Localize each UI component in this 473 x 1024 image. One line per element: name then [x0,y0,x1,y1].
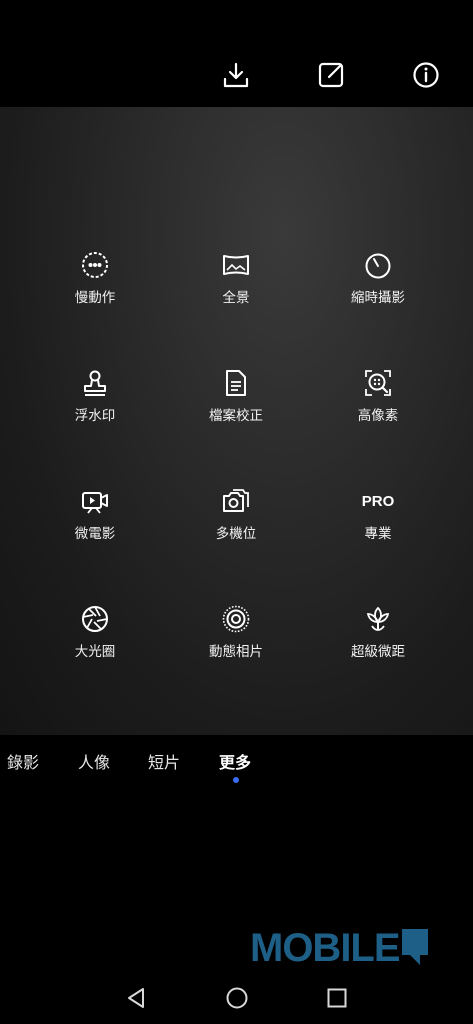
active-tab-indicator [233,777,239,783]
home-icon[interactable] [225,986,249,1010]
mode-super-macro[interactable]: 超級微距 [313,604,443,660]
mode-label: 慢動作 [74,290,116,306]
watermark-text: MOBILE [250,925,401,970]
mode-tabs: 錄影 人像 短片 更多 [0,735,473,795]
mode-moving-picture[interactable]: 動態相片 [171,604,301,660]
mode-aperture[interactable]: 大光圈 [30,604,160,660]
tab-portrait[interactable]: 人像 [78,749,110,773]
download-icon [223,62,249,88]
mode-timelapse[interactable]: 縮時攝影 [313,250,443,306]
mode-watermark[interactable]: 浮水印 [30,368,160,424]
high-res-icon [365,370,391,396]
info-button[interactable] [409,58,443,92]
download-button[interactable] [219,58,253,92]
speech-bubble-icon [401,929,428,965]
mode-multi-camera[interactable]: 多機位 [171,486,301,542]
multi-camera-icon [223,489,249,512]
tab-short-video[interactable]: 短片 [148,749,180,773]
panorama-icon [223,255,249,275]
pro-icon: PRO [361,493,395,510]
slow-motion-icon [82,252,108,278]
mode-slow-motion[interactable]: 慢動作 [30,250,160,306]
mode-label: 高像素 [357,408,399,424]
back-icon[interactable] [124,986,148,1010]
movie-icon [82,492,108,514]
system-nav-bar [0,970,473,1024]
mode-pro[interactable]: PRO 專業 [313,486,443,542]
mode-panorama[interactable]: 全景 [171,250,301,306]
site-watermark: MOBILE [250,926,428,970]
watermark-stamp-icon [84,370,106,396]
mode-label: 多機位 [215,526,257,542]
top-bar [0,0,473,107]
mode-label: 大光圈 [74,644,116,660]
document-icon [226,370,246,396]
mode-label: 微電影 [74,526,116,542]
mode-high-res[interactable]: 高像素 [313,368,443,424]
timelapse-icon [365,253,391,279]
info-icon [413,62,439,88]
tab-video[interactable]: 錄影 [7,749,39,773]
mode-label: 縮時攝影 [351,290,405,306]
moving-picture-icon [222,605,250,633]
mode-label: 檔案校正 [209,408,263,424]
recents-icon[interactable] [325,986,349,1010]
edit-button[interactable] [314,58,348,92]
tab-more[interactable]: 更多 [219,749,251,773]
edit-icon [318,62,344,88]
mode-grid-panel: 慢動作 全景 縮時攝影 浮水印 檔案校正 高像素 微電影 多機位 PRO 專業 … [0,107,473,735]
mode-label: 全景 [222,290,250,306]
mode-label: 動態相片 [209,644,263,660]
mode-label: 超級微距 [351,644,405,660]
mode-label: 專業 [364,526,392,542]
aperture-icon [82,606,108,632]
macro-flower-icon [366,606,390,631]
mode-document[interactable]: 檔案校正 [171,368,301,424]
mode-micro-movie[interactable]: 微電影 [30,486,160,542]
mode-label: 浮水印 [74,408,116,424]
